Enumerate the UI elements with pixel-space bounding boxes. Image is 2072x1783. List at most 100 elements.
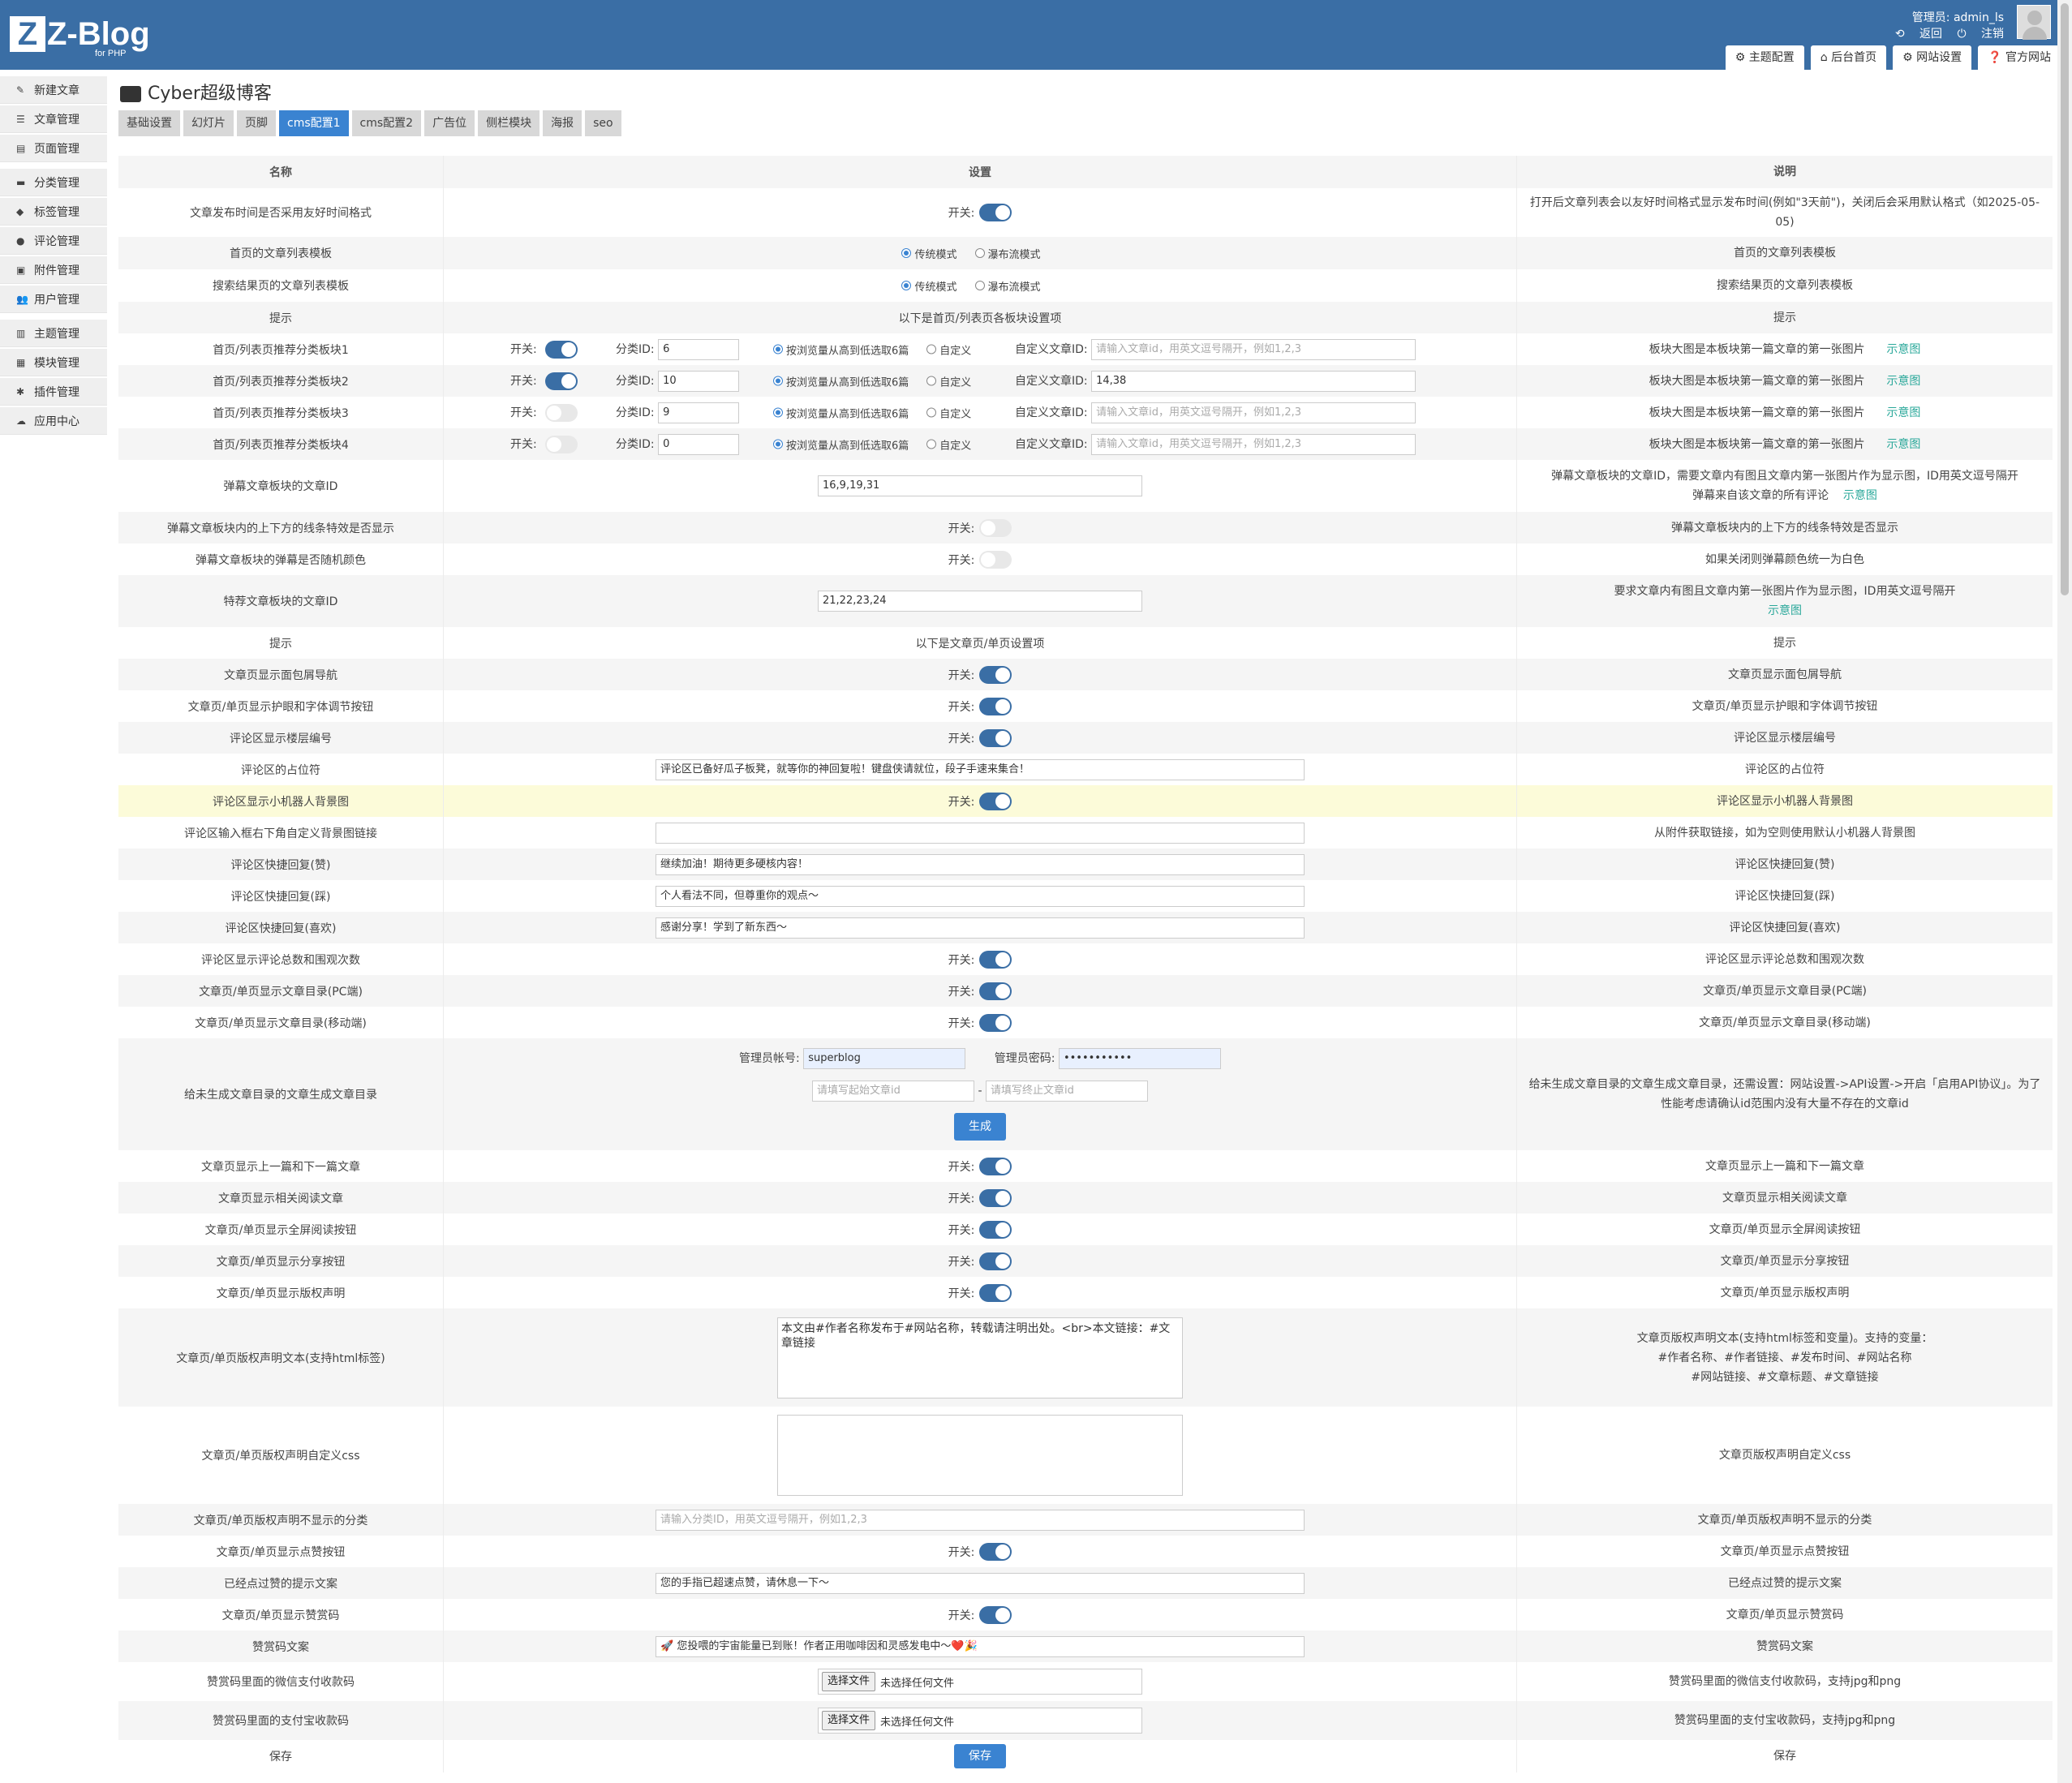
floor-number-toggle[interactable] xyxy=(979,728,1012,747)
share-toggle[interactable] xyxy=(979,1252,1012,1270)
breadcrumb-toggle[interactable] xyxy=(979,665,1012,684)
choose-file-button[interactable]: 选择文件 xyxy=(822,1711,876,1730)
quick-reply-dislike-input[interactable]: 个人看法不同，但尊重你的观点～ xyxy=(656,885,1305,907)
tab-basic[interactable]: 基础设置 xyxy=(118,110,180,136)
tab-sidebar-modules[interactable]: 侧栏模块 xyxy=(478,110,540,136)
comment-count-toggle[interactable] xyxy=(979,950,1012,969)
logout-link[interactable]: ⏻ 注销 xyxy=(1957,28,2004,41)
block4-custom-ids[interactable]: 请输入文章id，用英文逗号隔开，例如1,2,3 xyxy=(1091,433,1416,455)
sidebar-item-tags[interactable]: ◆ 标签管理 xyxy=(0,198,107,226)
diagram-link[interactable]: 示意图 xyxy=(1886,375,1920,388)
return-link[interactable]: ⟲ 返回 xyxy=(1895,28,1942,41)
diagram-link[interactable]: 示意图 xyxy=(1843,489,1877,502)
choose-file-button[interactable]: 选择文件 xyxy=(822,1672,876,1691)
diagram-link[interactable]: 示意图 xyxy=(1886,406,1920,419)
related-toggle[interactable] xyxy=(979,1188,1012,1207)
sidebar-item-attachments[interactable]: ▣ 附件管理 xyxy=(0,256,107,284)
tab-theme-config[interactable]: ⚙ 主题配置 xyxy=(1725,45,1804,70)
comment-placeholder-input[interactable]: 评论区已备好瓜子板凳，就等你的神回复啦！键盘侠请就位，段子手速来集合！ xyxy=(656,758,1305,780)
tab-poster[interactable]: 海报 xyxy=(543,110,582,136)
alipay-qr-file[interactable]: 选择文件 未选择任何文件 xyxy=(818,1708,1142,1734)
block1-cat-id[interactable]: 6 xyxy=(658,338,740,360)
end-id-input[interactable]: 请填写终止文章id xyxy=(985,1081,1148,1102)
block3-custom-ids[interactable]: 请输入文章id，用英文逗号隔开，例如1,2,3 xyxy=(1091,402,1416,423)
sidebar-item-plugins[interactable]: ✱ 插件管理 xyxy=(0,378,107,406)
toc-pc-toggle[interactable] xyxy=(979,982,1012,1000)
tab-seo[interactable]: seo xyxy=(585,110,621,136)
sidebar-item-page-manage[interactable]: ▤ 页面管理 xyxy=(0,135,107,162)
tab-site-settings[interactable]: ⚙ 网站设置 xyxy=(1893,45,1972,70)
tab-ads[interactable]: 广告位 xyxy=(424,110,475,136)
copyright-exclude-input[interactable]: 请输入分类ID，用英文逗号隔开，例如1,2,3 xyxy=(656,1509,1305,1531)
liked-tip-input[interactable]: 您的手指已超速点赞，请休息一下～ xyxy=(656,1572,1305,1594)
tab-official-site[interactable]: ❓ 官方网站 xyxy=(1978,45,2061,70)
radio-waterfall[interactable] xyxy=(974,281,985,290)
radio-custom[interactable] xyxy=(926,407,937,418)
block3-cat-id[interactable]: 9 xyxy=(658,402,740,423)
block3-toggle[interactable] xyxy=(545,403,578,422)
block2-custom-ids[interactable]: 14,38 xyxy=(1091,370,1416,392)
block1-toggle[interactable] xyxy=(545,340,578,359)
sidebar-item-themes[interactable]: ▥ 主题管理 xyxy=(0,320,107,347)
diagram-link[interactable]: 示意图 xyxy=(1886,438,1920,451)
like-button-toggle[interactable] xyxy=(979,1542,1012,1561)
zblog-logo[interactable]: Z Z-Blog for PHP xyxy=(10,16,150,58)
block1-custom-ids[interactable]: 请输入文章id，用英文逗号隔开，例如1,2,3 xyxy=(1091,338,1416,360)
sidebar-item-new-article[interactable]: ✎ 新建文章 xyxy=(0,76,107,104)
tab-admin-home[interactable]: ⌂ 后台首页 xyxy=(1810,45,1887,70)
copyright-text-area[interactable]: 本文由#作者名称发布于#网站名称，转载请注明出处。<br>本文链接：#文章链接 xyxy=(777,1317,1183,1398)
diagram-link[interactable]: 示意图 xyxy=(1524,601,2046,621)
sidebar-item-comments[interactable]: ● 评论管理 xyxy=(0,227,107,255)
radio-auto[interactable] xyxy=(773,407,783,418)
radio-auto[interactable] xyxy=(773,376,783,386)
reward-text-input[interactable]: 🚀 您投喂的宇宙能量已到账！作者正用咖啡因和灵感发电中～❤️🎉 xyxy=(656,1635,1305,1657)
sidebar-item-users[interactable]: 👥 用户管理 xyxy=(0,286,107,313)
admin-password-input[interactable]: ••••••••••• xyxy=(1058,1048,1221,1069)
avatar[interactable] xyxy=(2017,5,2051,40)
comment-bg-link-input[interactable] xyxy=(656,822,1305,844)
block2-toggle[interactable] xyxy=(545,372,578,390)
block2-cat-id[interactable]: 10 xyxy=(658,370,740,392)
quick-reply-like-input[interactable]: 继续加油！期待更多硬核内容！ xyxy=(656,853,1305,875)
save-button[interactable]: 保存 xyxy=(954,1744,1006,1768)
robot-bg-toggle[interactable] xyxy=(979,792,1012,810)
radio-custom[interactable] xyxy=(926,344,937,354)
scrollbar[interactable] xyxy=(2057,0,2072,1783)
sidebar-item-modules[interactable]: ▦ 模块管理 xyxy=(0,349,107,376)
prev-next-toggle[interactable] xyxy=(979,1157,1012,1175)
fullscreen-toggle[interactable] xyxy=(979,1220,1012,1239)
wechat-qr-file[interactable]: 选择文件 未选择任何文件 xyxy=(818,1669,1142,1695)
start-id-input[interactable]: 请填写起始文章id xyxy=(812,1081,975,1102)
copyright-css-area[interactable] xyxy=(777,1415,1183,1496)
toc-mobile-toggle[interactable] xyxy=(979,1013,1012,1032)
radio-custom[interactable] xyxy=(926,439,937,449)
radio-traditional[interactable] xyxy=(901,281,912,290)
admin-account-input[interactable]: superblog xyxy=(803,1048,966,1069)
tab-cms2[interactable]: cms配置2 xyxy=(351,110,422,136)
block4-toggle[interactable] xyxy=(545,435,578,453)
friendly-time-toggle[interactable] xyxy=(979,204,1012,221)
danmu-line-toggle[interactable] xyxy=(979,518,1012,537)
tab-cms1[interactable]: cms配置1 xyxy=(279,110,349,136)
tab-footer[interactable]: 页脚 xyxy=(237,110,276,136)
sidebar-item-category[interactable]: ▬ 分类管理 xyxy=(0,169,107,196)
eye-font-toggle[interactable] xyxy=(979,697,1012,715)
radio-traditional[interactable] xyxy=(901,248,912,258)
featured-article-ids[interactable]: 21,22,23,24 xyxy=(818,591,1142,612)
reward-code-toggle[interactable] xyxy=(979,1605,1012,1624)
danmu-color-toggle[interactable] xyxy=(979,550,1012,569)
generate-button[interactable]: 生成 xyxy=(954,1113,1006,1141)
scrollbar-thumb[interactable] xyxy=(2061,3,2069,595)
radio-custom[interactable] xyxy=(926,376,937,386)
radio-auto[interactable] xyxy=(773,439,783,449)
quick-reply-love-input[interactable]: 感谢分享！学到了新东西～ xyxy=(656,917,1305,939)
sidebar-item-app-center[interactable]: ☁ 应用中心 xyxy=(0,407,107,435)
block4-cat-id[interactable]: 0 xyxy=(658,433,740,455)
danmu-article-ids[interactable]: 16,9,19,31 xyxy=(818,475,1142,496)
radio-waterfall[interactable] xyxy=(974,248,985,258)
diagram-link[interactable]: 示意图 xyxy=(1886,343,1920,356)
sidebar-item-article-manage[interactable]: ☰ 文章管理 xyxy=(0,105,107,133)
radio-auto[interactable] xyxy=(773,344,783,354)
copyright-toggle[interactable] xyxy=(979,1283,1012,1302)
tab-slides[interactable]: 幻灯片 xyxy=(183,110,234,136)
